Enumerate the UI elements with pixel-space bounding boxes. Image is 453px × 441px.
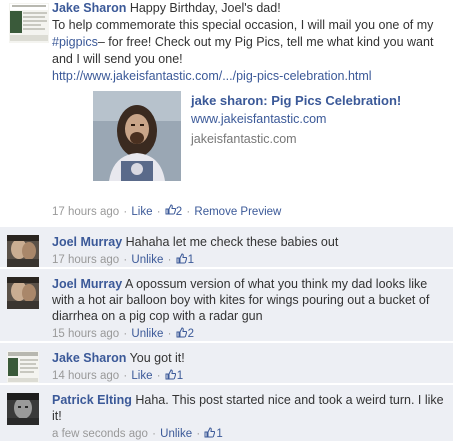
thumbs-up-icon (165, 369, 176, 380)
comment-timestamp[interactable]: 14 hours ago (52, 370, 119, 382)
link-preview-title[interactable]: jake sharon: Pig Pics Celebration! (191, 93, 401, 108)
comment-timestamp[interactable]: 17 hours ago (52, 254, 119, 266)
separator: · (123, 370, 128, 382)
comment-like-toggle[interactable]: Unlike (160, 428, 192, 440)
post-text-line2: To help commemorate this special occasio… (52, 18, 434, 32)
comment-item: Joel Murray Hahaha let me check these ba… (0, 226, 453, 267)
thumbs-up-icon (176, 327, 187, 338)
comment-like-toggle[interactable]: Unlike (131, 254, 163, 266)
post-text-line1: Happy Birthday, Joel's dad! (129, 1, 281, 15)
comment-author-name[interactable]: Joel Murray (52, 235, 122, 249)
separator: · (186, 206, 191, 218)
post-like-count[interactable]: 2 (165, 204, 183, 218)
separator: · (196, 428, 201, 440)
separator: · (167, 254, 172, 266)
comment-like-count[interactable]: 2 (176, 327, 195, 340)
comment-item: Joel Murray A opossum version of what yo… (0, 268, 453, 341)
post-like-count-value: 2 (175, 206, 183, 218)
comment-author-name[interactable]: Jake Sharon (52, 351, 126, 365)
separator: · (156, 370, 161, 382)
comment-author-avatar[interactable] (7, 393, 39, 425)
comment-text: Hahaha let me check these babies out (125, 235, 339, 249)
thumbs-up-icon (165, 204, 176, 215)
comment-item: Jake Sharon You got it! 14 hours ago · L… (0, 342, 453, 383)
comment-meta: 15 hours ago · Unlike · 2 (52, 326, 448, 342)
separator: · (152, 428, 156, 440)
comment-like-count-value: 2 (187, 328, 195, 340)
feed-post: Jake Sharon Happy Birthday, Joel's dad! … (0, 0, 453, 225)
post-author-name[interactable]: Jake Sharon (52, 1, 126, 15)
remove-preview-link[interactable]: Remove Preview (194, 206, 281, 218)
comment-body: Patrick Elting Haha. This post started n… (52, 392, 448, 441)
comment-author-name[interactable]: Patrick Elting (52, 393, 132, 407)
comment-like-count-value: 1 (216, 428, 223, 440)
post-timestamp[interactable]: 17 hours ago (52, 206, 119, 218)
comment-timestamp[interactable]: a few seconds ago (52, 428, 148, 440)
comment-like-count[interactable]: 1 (165, 369, 184, 382)
separator: · (123, 206, 128, 218)
link-preview-domain[interactable]: www.jakeisfantastic.com (191, 112, 326, 126)
comment-meta: 17 hours ago · Unlike · 1 (52, 252, 448, 268)
comment-body: Joel Murray A opossum version of what yo… (52, 276, 448, 342)
post-like-link[interactable]: Like (131, 206, 152, 218)
comment-item: Patrick Elting Haha. This post started n… (0, 384, 453, 441)
comment-author-avatar[interactable] (7, 351, 39, 383)
comment-like-count[interactable]: 1 (204, 427, 223, 440)
post-meta: 17 hours ago · Like · 2 · Remove Preview (52, 204, 281, 218)
comment-meta: 14 hours ago · Like · 1 (52, 368, 448, 384)
comment-text: You got it! (129, 351, 185, 365)
comment-like-count-value: 1 (187, 254, 195, 266)
link-preview[interactable]: jake sharon: Pig Pics Celebration! www.j… (93, 91, 433, 191)
comment-timestamp[interactable]: 15 hours ago (52, 328, 119, 340)
hashtag-link[interactable]: #pigpics (52, 35, 98, 49)
separator: · (123, 254, 128, 266)
link-preview-caption: jakeisfantastic.com (191, 132, 297, 146)
post-body: Jake Sharon Happy Birthday, Joel's dad! … (52, 0, 448, 85)
comment-author-name[interactable]: Joel Murray (52, 277, 122, 291)
separator: · (156, 206, 161, 218)
comment-author-avatar[interactable] (7, 277, 39, 309)
comment-author-avatar[interactable] (7, 235, 39, 267)
separator: · (123, 328, 128, 340)
comment-like-count-value: 1 (176, 370, 184, 382)
thumbs-up-icon (204, 427, 216, 438)
comment-like-count[interactable]: 1 (176, 253, 195, 266)
post-text-line3: – for free! Check out my Pig Pics, tell … (52, 35, 434, 66)
comment-like-toggle[interactable]: Like (131, 370, 152, 382)
comment-body: Joel Murray Hahaha let me check these ba… (52, 234, 448, 268)
separator: · (167, 328, 172, 340)
comment-meta: a few seconds ago · Unlike · 1 (52, 426, 448, 441)
post-author-avatar[interactable] (9, 3, 49, 43)
comment-like-toggle[interactable]: Unlike (131, 328, 163, 340)
post-url-link[interactable]: http://www.jakeisfantastic.com/.../pig-p… (52, 68, 448, 85)
comment-body: Jake Sharon You got it! 14 hours ago · L… (52, 350, 448, 384)
link-preview-thumbnail[interactable] (93, 91, 181, 181)
thumbs-up-icon (176, 253, 187, 264)
